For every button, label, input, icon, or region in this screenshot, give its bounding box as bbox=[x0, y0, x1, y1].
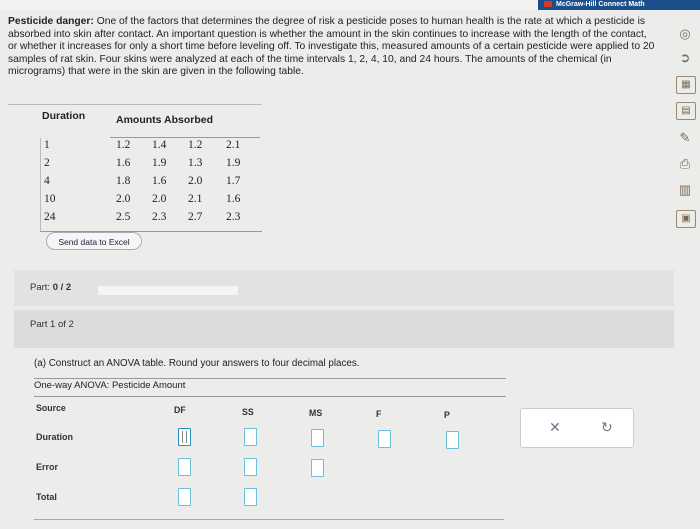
col-header-source: Source bbox=[36, 403, 66, 413]
ss-duration-input[interactable] bbox=[244, 428, 257, 446]
df-total-input[interactable] bbox=[178, 488, 191, 506]
part-progress-value: 0 / 2 bbox=[52, 282, 72, 293]
divider bbox=[34, 378, 506, 379]
ss-error-input[interactable] bbox=[244, 458, 257, 476]
data-icon[interactable]: ▤ bbox=[676, 102, 696, 120]
problem-text: One of the factors that determines the d… bbox=[8, 16, 655, 78]
row-header-error: Error bbox=[36, 462, 59, 472]
brand-bar: McGraw-Hill Connect Math bbox=[538, 0, 700, 10]
answer-actions: ✕ ↻ bbox=[520, 408, 634, 448]
col-header-df: DF bbox=[174, 405, 186, 415]
divider bbox=[34, 519, 504, 520]
col-header-f: F bbox=[376, 409, 382, 419]
ms-error-input[interactable] bbox=[311, 459, 324, 477]
header-rule bbox=[110, 137, 260, 138]
col-header-amounts: Amounts Absorbed bbox=[116, 114, 214, 126]
undo-icon[interactable]: ↻ bbox=[601, 419, 613, 436]
col-header-duration: Duration bbox=[42, 110, 86, 122]
eye-toggle-icon[interactable]: ◎ bbox=[676, 26, 694, 42]
divider bbox=[8, 104, 262, 105]
part-heading: Part 1 of 2 bbox=[30, 319, 74, 330]
table-row: 2 1.6 1.9 1.3 1.9 bbox=[44, 157, 241, 169]
question-text: (a) Construct an ANOVA table. Round your… bbox=[34, 358, 360, 369]
glossary-icon[interactable]: ✎ bbox=[676, 130, 694, 146]
ms-duration-input[interactable] bbox=[311, 429, 324, 447]
table-row: 10 2.0 2.0 2.1 1.6 bbox=[44, 193, 241, 205]
close-icon[interactable]: ✕ bbox=[549, 419, 561, 436]
problem-title: Pesticide danger: bbox=[8, 16, 94, 27]
col-header-p: P bbox=[444, 410, 450, 420]
ss-total-input[interactable] bbox=[244, 488, 257, 506]
table-row: 1 1.2 1.4 1.2 2.1 bbox=[44, 139, 241, 151]
part-progress-bar: Part: 0 / 2 bbox=[14, 270, 674, 306]
table-row: 4 1.8 1.6 2.0 1.7 bbox=[44, 175, 241, 187]
anova-table: Source DF SS MS F P Duration Error Total bbox=[26, 396, 506, 520]
brand-logo-icon bbox=[544, 1, 552, 8]
part-progress-label: Part: 0 / 2 bbox=[30, 282, 72, 293]
chart-icon[interactable]: ▥ bbox=[676, 182, 694, 198]
chevron-right-circle-icon[interactable]: ➲ bbox=[676, 50, 694, 66]
df-duration-input[interactable] bbox=[178, 428, 191, 446]
brand-name: McGraw-Hill Connect Math bbox=[556, 1, 645, 8]
print-icon[interactable]: ⎙ bbox=[676, 156, 694, 172]
df-error-input[interactable] bbox=[178, 458, 191, 476]
f-duration-input[interactable] bbox=[378, 430, 391, 448]
calculator-icon[interactable]: ▦ bbox=[676, 76, 696, 94]
p-duration-input[interactable] bbox=[446, 431, 459, 449]
col-header-ms: MS bbox=[309, 408, 323, 418]
save-icon[interactable]: ▣ bbox=[676, 210, 696, 228]
problem-statement: Pesticide danger: One of the factors tha… bbox=[8, 16, 658, 79]
table-row: 24 2.5 2.3 2.7 2.3 bbox=[44, 211, 241, 223]
part-progress-track bbox=[98, 286, 238, 295]
part-heading-bar: Part 1 of 2 bbox=[14, 310, 674, 348]
text-cursor bbox=[182, 431, 187, 443]
row-header-total: Total bbox=[36, 492, 57, 502]
send-to-excel-button[interactable]: Send data to Excel bbox=[46, 232, 142, 250]
col-header-ss: SS bbox=[242, 407, 254, 417]
row-header-duration: Duration bbox=[36, 432, 73, 442]
anova-title: One-way ANOVA: Pesticide Amount bbox=[34, 380, 186, 391]
